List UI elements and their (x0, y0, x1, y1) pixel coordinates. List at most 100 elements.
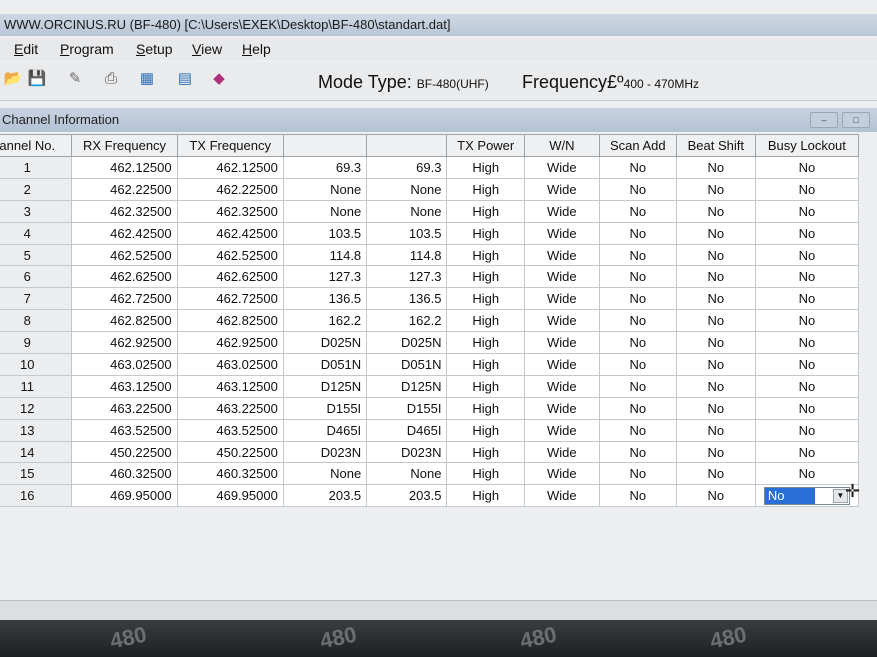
table-cell[interactable]: 114.8 (282, 243, 368, 267)
table-cell[interactable]: 462.82500 (71, 309, 178, 333)
table-cell[interactable]: 462.22500 (176, 177, 284, 201)
table-cell[interactable]: 462.12500 (71, 156, 178, 179)
table-cell[interactable]: 460.32500 (71, 462, 178, 486)
table-cell[interactable]: No (598, 287, 677, 311)
row-number[interactable]: 3 (0, 199, 73, 223)
table-cell[interactable]: High (446, 374, 525, 398)
table-cell[interactable]: No (598, 396, 677, 420)
table-cell[interactable]: No (675, 243, 756, 267)
table-cell[interactable]: 462.12500 (176, 156, 284, 179)
table-cell[interactable]: 462.52500 (71, 243, 178, 267)
edit-icon[interactable]: ✎ (64, 68, 86, 90)
table-cell[interactable]: No (754, 177, 860, 201)
row-number[interactable]: 9 (0, 331, 73, 355)
read-icon[interactable]: ▦ (136, 68, 158, 90)
table-cell[interactable]: No (598, 243, 677, 267)
table-cell[interactable]: None (282, 462, 368, 486)
print-icon[interactable]: ⎙ (100, 68, 122, 90)
table-cell[interactable]: 203.5 (366, 484, 448, 508)
table-cell[interactable]: No (754, 199, 860, 223)
table-cell[interactable]: No (754, 265, 860, 289)
table-cell[interactable]: High (446, 462, 525, 486)
table-cell[interactable]: 462.32500 (71, 199, 178, 223)
table-cell[interactable]: 463.22500 (176, 396, 284, 420)
table-cell[interactable]: D025N (366, 331, 448, 355)
table-cell[interactable]: 127.3 (282, 265, 368, 289)
table-cell[interactable]: No (675, 221, 756, 245)
table-cell[interactable]: None (282, 199, 368, 223)
table-cell[interactable]: 127.3 (366, 265, 448, 289)
table-cell[interactable]: No (675, 287, 756, 311)
table-cell[interactable]: D051N (366, 353, 448, 376)
table-cell[interactable]: 462.42500 (176, 221, 284, 245)
table-cell[interactable]: D125N (366, 374, 448, 398)
table-row[interactable]: 16 469.95000 469.95000 203.5 203.5 High Wide No… (0, 484, 860, 508)
table-cell[interactable]: Wide (523, 221, 600, 245)
table-cell[interactable]: No (754, 309, 860, 333)
table-cell[interactable]: No (754, 331, 860, 355)
busy-lockout-select[interactable]: No ▼ (754, 484, 860, 508)
table-cell[interactable]: Wide (523, 374, 600, 398)
table-cell[interactable]: No (675, 418, 756, 442)
table-cell[interactable]: No (598, 484, 677, 508)
table-cell[interactable]: No (754, 243, 860, 267)
open-icon[interactable]: 📂 (2, 68, 24, 90)
table-cell[interactable]: High (446, 309, 525, 333)
column-header[interactable]: TX Power (446, 134, 525, 157)
table-cell[interactable]: High (446, 221, 525, 245)
table-cell[interactable]: 114.8 (366, 243, 448, 267)
table-cell[interactable]: No (598, 374, 677, 398)
table-cell[interactable]: Wide (523, 199, 600, 223)
row-number[interactable]: 16 (0, 484, 73, 508)
table-cell[interactable]: No (754, 462, 860, 486)
minimize-icon[interactable]: – (810, 112, 838, 128)
table-row[interactable]: 13 463.52500 463.52500 D465I D465I High Wide No… (0, 418, 860, 442)
column-header[interactable]: Scan Add (598, 134, 677, 157)
row-number[interactable]: 14 (0, 440, 73, 464)
table-cell[interactable]: 462.52500 (176, 243, 284, 267)
column-header[interactable]: TX Frequency (176, 134, 284, 157)
table-row[interactable]: 7 462.72500 462.72500 136.5 136.5 High Wide No N… (0, 287, 860, 311)
row-number[interactable]: 10 (0, 353, 73, 376)
table-cell[interactable]: Wide (523, 396, 600, 420)
table-cell[interactable]: No (675, 177, 756, 201)
table-row[interactable]: 12 463.22500 463.22500 D155I D155I High Wide No… (0, 396, 860, 420)
row-number[interactable]: 7 (0, 287, 73, 311)
menu-program[interactable]: Program (60, 38, 114, 60)
table-cell[interactable]: High (446, 156, 525, 179)
table-cell[interactable]: No (598, 418, 677, 442)
table-cell[interactable]: D025N (282, 331, 368, 355)
table-cell[interactable]: 462.72500 (176, 287, 284, 311)
table-cell[interactable]: 203.5 (282, 484, 368, 508)
table-row[interactable]: 11 463.12500 463.12500 D125N D125N High Wide No… (0, 374, 860, 398)
table-cell[interactable]: 462.62500 (176, 265, 284, 289)
column-header[interactable]: annel No. (0, 134, 73, 157)
table-cell[interactable]: None (366, 199, 448, 223)
erase-icon[interactable]: ◆ (208, 68, 230, 90)
table-row[interactable]: 4 462.42500 462.42500 103.5 103.5 High Wide No N… (0, 221, 860, 245)
restore-icon[interactable]: □ (842, 112, 870, 128)
table-cell[interactable]: No (675, 440, 756, 464)
table-cell[interactable]: No (675, 374, 756, 398)
table-cell[interactable]: Wide (523, 440, 600, 464)
table-cell[interactable]: 136.5 (282, 287, 368, 311)
table-cell[interactable]: D023N (282, 440, 368, 464)
table-cell[interactable]: D155I (366, 396, 448, 420)
table-cell[interactable]: 463.02500 (71, 353, 178, 376)
table-cell[interactable]: No (598, 199, 677, 223)
table-row[interactable]: 5 462.52500 462.52500 114.8 114.8 High Wide No N… (0, 243, 860, 267)
table-cell[interactable]: D051N (282, 353, 368, 376)
table-cell[interactable]: 462.62500 (71, 265, 178, 289)
menu-help[interactable]: Help (242, 38, 271, 60)
table-cell[interactable]: No (675, 265, 756, 289)
row-number[interactable]: 6 (0, 265, 73, 289)
row-number[interactable]: 11 (0, 374, 73, 398)
row-number[interactable]: 1 (0, 156, 73, 179)
table-cell[interactable]: 463.52500 (176, 418, 284, 442)
table-cell[interactable]: D125N (282, 374, 368, 398)
table-cell[interactable]: 462.22500 (71, 177, 178, 201)
write-icon[interactable]: ▤ (174, 68, 196, 90)
menu-edit[interactable]: Edit (14, 38, 38, 60)
column-header[interactable]: W/N (523, 134, 600, 157)
table-cell[interactable]: No (754, 353, 860, 376)
